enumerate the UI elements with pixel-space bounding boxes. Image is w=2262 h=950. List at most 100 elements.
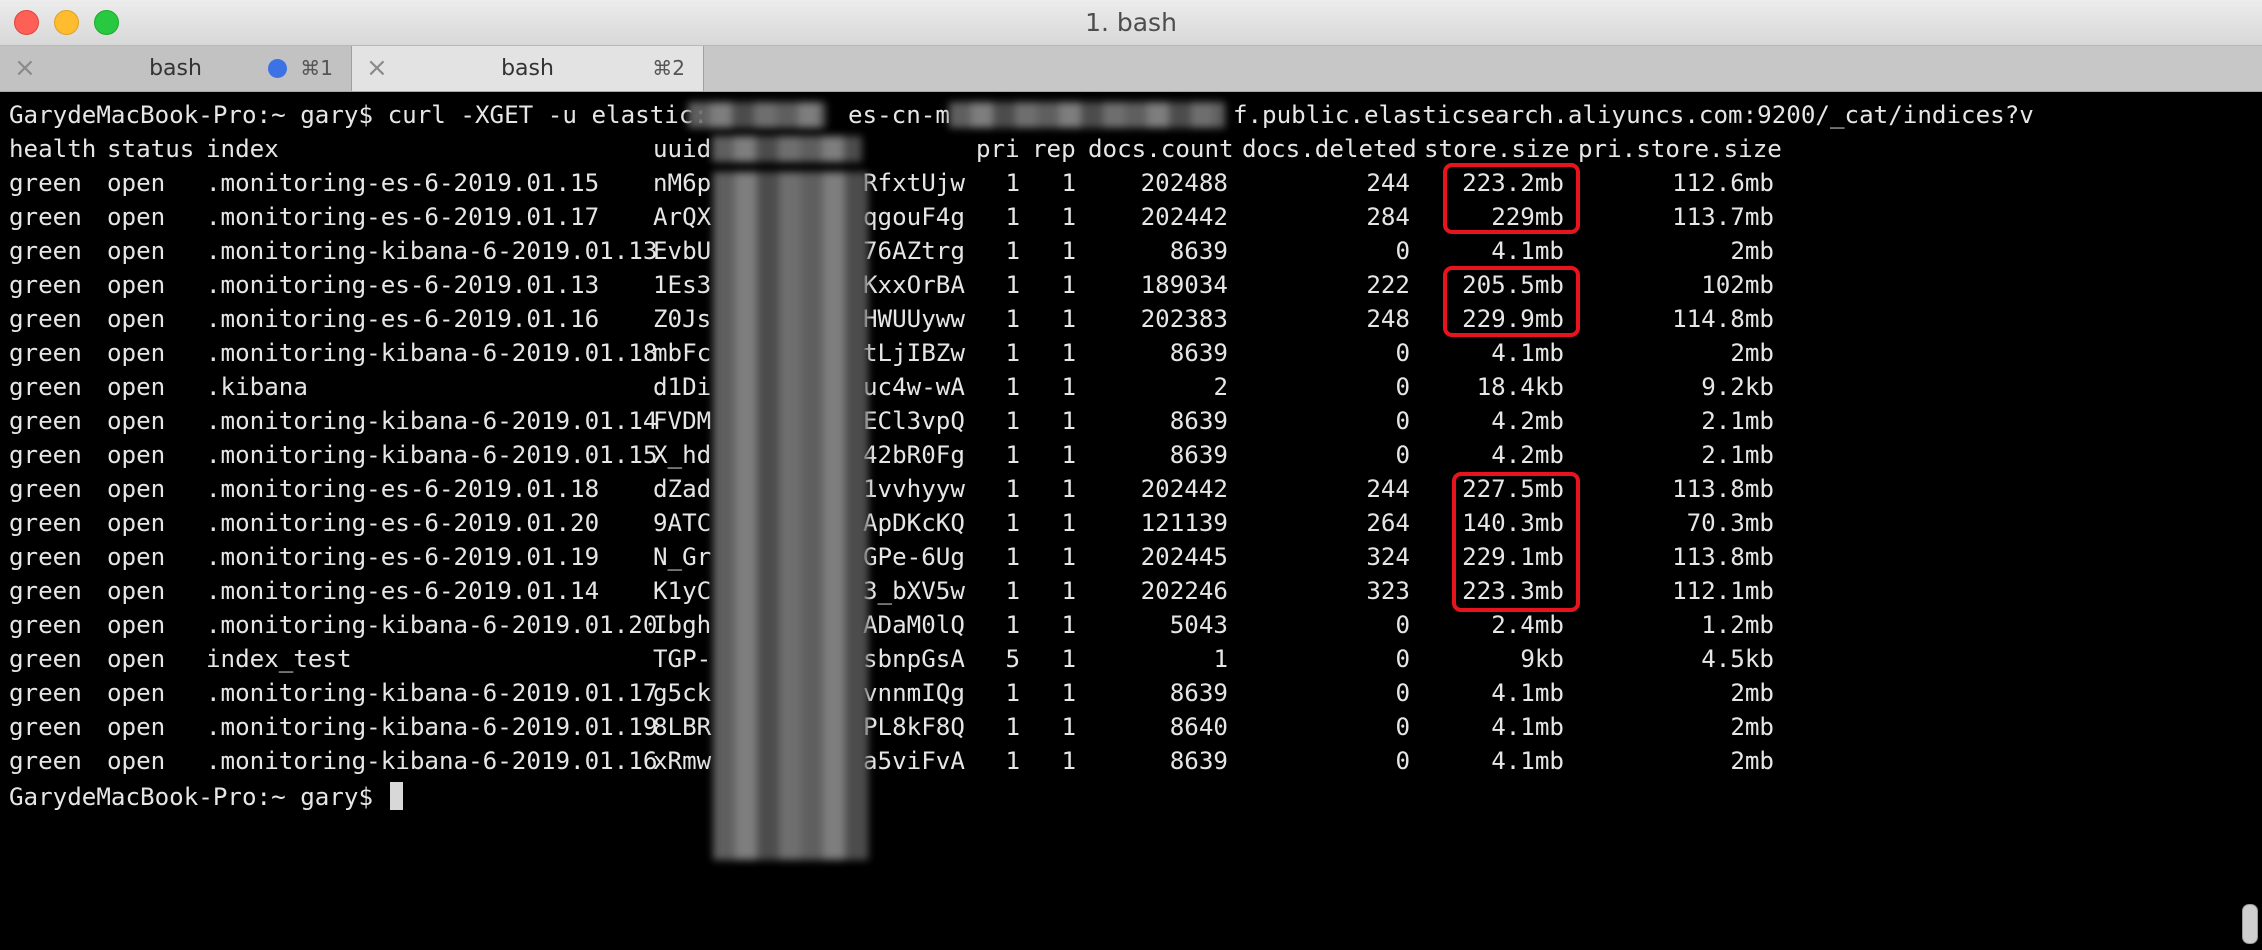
docs-deleted-cell: 324 xyxy=(1366,543,1410,571)
index-cell: .monitoring-es-6-2019.01.19 xyxy=(206,543,600,571)
rep-cell: 1 xyxy=(1061,169,1076,197)
pri-store-size-cell: 2mb xyxy=(1730,713,1774,741)
column-header: pri xyxy=(976,135,1020,163)
redacted-uuid-column xyxy=(713,172,868,860)
uuid-cell-end: ApDKcKQ xyxy=(863,509,965,537)
pri-store-size-cell: 2mb xyxy=(1730,679,1774,707)
docs-count-cell: 8639 xyxy=(1169,441,1228,469)
tab-label: bash xyxy=(149,56,202,81)
status-cell: open xyxy=(107,271,166,299)
pri-store-size-cell: 2mb xyxy=(1730,747,1774,775)
pri-cell: 1 xyxy=(1005,169,1020,197)
uuid-cell-start: Z0Js xyxy=(653,305,712,333)
docs-deleted-cell: 0 xyxy=(1395,339,1410,367)
docs-deleted-cell: 323 xyxy=(1366,577,1410,605)
terminal-content[interactable]: GarydeMacBook-Pro:~ gary$ curl -XGET -u … xyxy=(0,92,2262,950)
health-cell: green xyxy=(9,407,82,435)
status-cell: open xyxy=(107,203,166,231)
health-cell: green xyxy=(9,577,82,605)
column-header: docs.count xyxy=(1088,135,1234,163)
activity-dot-icon xyxy=(268,59,287,78)
store-size-cell: 4.1mb xyxy=(1491,747,1564,775)
command-text: f.public.elasticsearch.aliyuncs.com:9200… xyxy=(1232,101,2034,129)
docs-count-cell: 202445 xyxy=(1140,543,1228,571)
docs-deleted-cell: 264 xyxy=(1366,509,1410,537)
rep-cell: 1 xyxy=(1061,373,1076,401)
uuid-cell-start: ArQX xyxy=(653,203,712,231)
docs-count-cell: 202383 xyxy=(1140,305,1228,333)
index-cell: .monitoring-kibana-6-2019.01.15 xyxy=(206,441,658,469)
pri-cell: 1 xyxy=(1005,373,1020,401)
highlight-box xyxy=(1443,163,1580,234)
rep-cell: 1 xyxy=(1061,645,1076,673)
uuid-cell-start: xRmw xyxy=(653,747,712,775)
index-cell: .monitoring-kibana-6-2019.01.17 xyxy=(206,679,658,707)
uuid-cell-end: HWUUyww xyxy=(863,305,965,333)
column-header: pri.store.size xyxy=(1578,135,1782,163)
status-cell: open xyxy=(107,543,166,571)
status-cell: open xyxy=(107,237,166,265)
table-row: green open .monitoring-kibana-6-2019.01.15… xyxy=(0,438,1800,472)
final-prompt-line: GarydeMacBook-Pro:~ gary$ xyxy=(9,780,403,814)
uuid-cell-start: X_hd xyxy=(653,441,712,469)
status-cell: open xyxy=(107,169,166,197)
pri-cell: 1 xyxy=(1005,475,1020,503)
pri-store-size-cell: 2mb xyxy=(1730,237,1774,265)
store-size-cell: 4.2mb xyxy=(1491,407,1564,435)
column-header: docs.deleted xyxy=(1242,135,1417,163)
terminal-window: 1. bash × bash ⌘1 × bash ⌘2 GarydeMacBoo… xyxy=(0,0,2262,950)
docs-deleted-cell: 0 xyxy=(1395,407,1410,435)
uuid-cell-end: 42bR0Fg xyxy=(863,441,965,469)
tab-shortcut: ⌘2 xyxy=(652,56,685,80)
title-bar[interactable]: 1. bash xyxy=(0,0,2262,46)
status-cell: open xyxy=(107,475,166,503)
tab-bash-1[interactable]: × bash ⌘1 xyxy=(0,46,352,91)
store-size-cell: 2.4mb xyxy=(1491,611,1564,639)
pri-store-size-cell: 113.8mb xyxy=(1672,543,1774,571)
pri-cell: 1 xyxy=(1005,407,1020,435)
store-size-cell: 9kb xyxy=(1520,645,1564,673)
pri-store-size-cell: 112.6mb xyxy=(1672,169,1774,197)
uuid-cell-start: 1Es3 xyxy=(653,271,712,299)
docs-deleted-cell: 0 xyxy=(1395,679,1410,707)
pri-cell: 1 xyxy=(1005,679,1020,707)
status-cell: open xyxy=(107,713,166,741)
rep-cell: 1 xyxy=(1061,339,1076,367)
tab-shortcut: ⌘1 xyxy=(300,56,333,80)
rep-cell: 1 xyxy=(1061,203,1076,231)
table-row: green open .monitoring-kibana-6-2019.01.14… xyxy=(0,404,1800,438)
table-row: green open .monitoring-kibana-6-2019.01.18… xyxy=(0,336,1800,370)
docs-deleted-cell: 0 xyxy=(1395,441,1410,469)
pri-cell: 1 xyxy=(1005,339,1020,367)
docs-deleted-cell: 0 xyxy=(1395,747,1410,775)
column-header: rep xyxy=(1032,135,1076,163)
status-cell: open xyxy=(107,339,166,367)
index-cell: .monitoring-es-6-2019.01.17 xyxy=(206,203,600,231)
docs-count-cell: 202442 xyxy=(1140,475,1228,503)
pri-cell: 1 xyxy=(1005,271,1020,299)
tab-bash-2[interactable]: × bash ⌘2 xyxy=(352,46,704,91)
table-row: green open .monitoring-kibana-6-2019.01.13… xyxy=(0,234,1800,268)
health-cell: green xyxy=(9,611,82,639)
shell-prompt: GarydeMacBook-Pro:~ gary$ xyxy=(9,101,374,129)
pri-store-size-cell: 1.2mb xyxy=(1701,611,1774,639)
health-cell: green xyxy=(9,169,82,197)
pri-store-size-cell: 112.1mb xyxy=(1672,577,1774,605)
health-cell: green xyxy=(9,475,82,503)
docs-deleted-cell: 248 xyxy=(1366,305,1410,333)
status-cell: open xyxy=(107,509,166,537)
redacted-credential xyxy=(688,102,826,128)
text-cursor xyxy=(389,782,403,810)
index-cell: index_test xyxy=(206,645,352,673)
pri-cell: 1 xyxy=(1005,543,1020,571)
status-cell: open xyxy=(107,645,166,673)
uuid-cell-end: ADaM0lQ xyxy=(863,611,965,639)
uuid-cell-start: nM6p xyxy=(653,169,712,197)
index-cell: .monitoring-es-6-2019.01.16 xyxy=(206,305,600,333)
scrollbar-thumb[interactable] xyxy=(2242,904,2258,944)
index-cell: .monitoring-kibana-6-2019.01.18 xyxy=(206,339,658,367)
redacted-host xyxy=(949,102,1225,128)
health-cell: green xyxy=(9,237,82,265)
store-size-cell: 18.4kb xyxy=(1476,373,1564,401)
docs-count-cell: 189034 xyxy=(1140,271,1228,299)
